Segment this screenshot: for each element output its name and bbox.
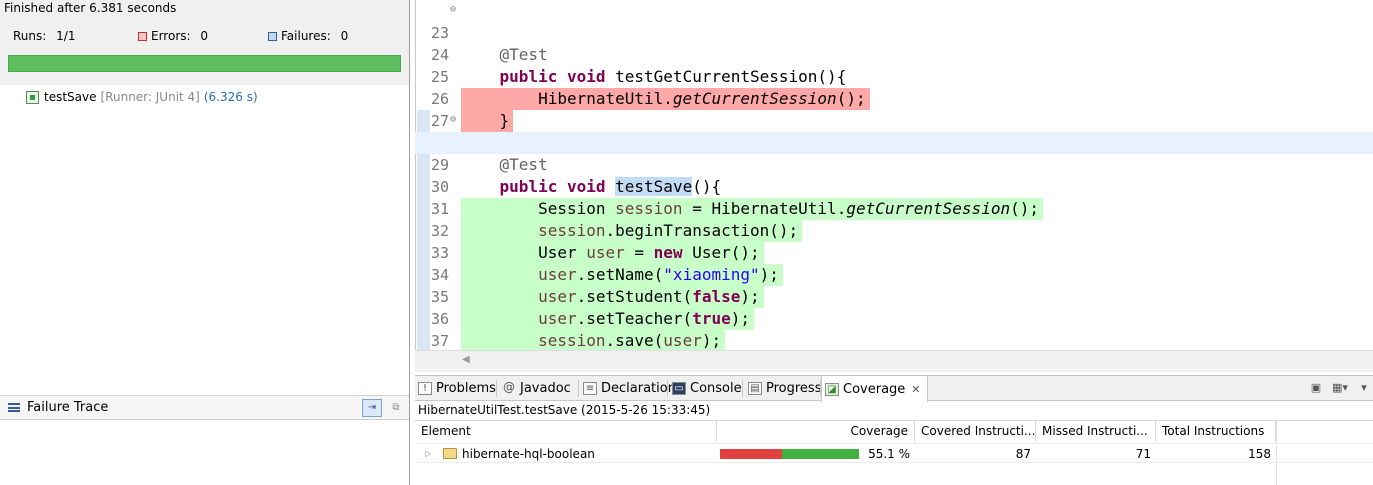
column-header-missed[interactable]: Missed Instructi... — [1036, 421, 1156, 442]
dump-session-icon[interactable]: ▣ — [1307, 380, 1325, 396]
compare-result-button[interactable]: ⧉ — [386, 399, 406, 417]
editor-horizontal-scrollbar[interactable]: ◀ — [415, 350, 1373, 372]
bottom-views-panel: ! Problems @ Javadoc ≡ Declaration ▭ Console… — [415, 375, 1373, 485]
code-line: 38 session.close(); — [415, 330, 1373, 350]
tab-problems[interactable]: ! Problems — [415, 376, 496, 401]
view-menu-icon[interactable]: ▾ — [1355, 380, 1373, 396]
failures-value: 0 — [340, 29, 349, 43]
code-line-current: 29 public void testSave(){ — [415, 132, 1373, 196]
runs-label: Runs: — [13, 29, 47, 43]
console-icon: ▭ — [672, 382, 686, 395]
code-editor[interactable]: 23 ⊖ @Test 24 public void testGetCurrentS… — [415, 0, 1373, 350]
coverage-bar-covered — [782, 449, 859, 459]
code-line: 27 — [415, 88, 1373, 130]
tab-console[interactable]: ▭ Console — [669, 376, 742, 401]
code-line: 32 User user = new User(); — [415, 198, 1373, 264]
row-total: 158 — [1248, 447, 1271, 461]
tab-label: Coverage — [843, 381, 906, 397]
tab-separator — [578, 380, 579, 397]
javadoc-icon: @ — [503, 380, 515, 394]
column-header-covered[interactable]: Covered Instructi... — [915, 421, 1036, 442]
code-line: 26 } — [415, 66, 1373, 132]
row-coverage: 55.1 % — [868, 447, 910, 461]
code-line: 30 Session session = HibernateUtil.getCu… — [415, 154, 1373, 220]
row-element: hibernate-hql-boolean — [462, 447, 595, 461]
code-line: 35 user.setTeacher(true); — [415, 264, 1373, 330]
test-progress-bar — [8, 55, 401, 72]
code-line: 34 user.setStudent(false); — [415, 242, 1373, 308]
scroll-left-icon[interactable]: ◀ — [462, 354, 470, 365]
tab-progress[interactable]: ▤ Progress — [745, 376, 821, 401]
progress-icon: ▤ — [748, 382, 762, 395]
test-runner: [Runner: JUnit 4] — [100, 90, 200, 104]
tab-coverage[interactable]: ◪ Coverage ✕ — [821, 376, 928, 402]
tab-separator — [667, 380, 668, 397]
table-row[interactable]: ▷ hibernate-hql-boolean 55.1 % 87 71 158 — [415, 443, 1373, 463]
code-line: 25 HibernateUtil.getCurrentSession(); — [415, 44, 1373, 110]
failure-trace-header: Failure Trace ⇥ ⧉ — [0, 395, 409, 420]
code-line: 36 session.save(user); — [415, 286, 1373, 350]
runs-counter: Runs: 1/1 — [13, 29, 75, 43]
test-pass-icon — [26, 90, 39, 104]
runs-value: 1/1 — [56, 29, 76, 43]
junit-status-panel: Finished after 6.381 seconds Runs: 1/1 E… — [0, 0, 409, 85]
coverage-icon: ◪ — [825, 382, 839, 396]
errors-value: 0 — [200, 29, 209, 43]
row-missed: 71 — [1135, 447, 1151, 461]
code-line: 33 user.setName("xiaoming"); — [415, 220, 1373, 286]
error-icon — [138, 32, 147, 41]
tab-label: Javadoc — [520, 381, 571, 396]
expand-icon[interactable]: ▷ — [425, 444, 431, 464]
test-time: (6.326 s) — [203, 90, 258, 104]
failure-icon — [268, 32, 277, 41]
column-header-element[interactable]: Element — [415, 421, 717, 442]
tab-javadoc[interactable]: @ Javadoc — [499, 376, 571, 401]
tab-label: Declaration — [601, 381, 676, 396]
tab-separator — [496, 380, 497, 397]
tab-label: Problems — [436, 381, 496, 396]
fold-icon[interactable]: ⊖ — [450, 5, 456, 15]
code-line: 31 session.beginTransaction(); — [415, 176, 1373, 242]
code-line: 28⊖ @Test — [415, 110, 1373, 175]
failures-label: Failures: — [281, 29, 331, 43]
filter-stack-button[interactable]: ⇥ — [362, 399, 382, 417]
code-line: 24 public void testGetCurrentSession(){ — [415, 22, 1373, 86]
junit-view: Finished after 6.381 seconds Runs: 1/1 E… — [0, 0, 410, 485]
test-tree-item[interactable]: testSave [Runner: JUnit 4] (6.326 s) — [26, 89, 258, 105]
list-icon — [8, 403, 20, 412]
tab-label: Progress — [766, 381, 822, 396]
view-tab-bar: ! Problems @ Javadoc ≡ Declaration ▭ Console… — [415, 376, 1373, 402]
errors-counter: Errors: 0 — [138, 29, 208, 43]
errors-label: Errors: — [151, 29, 191, 43]
row-covered: 87 — [1015, 447, 1031, 461]
column-header-total[interactable]: Total Instructions — [1156, 421, 1276, 442]
fold-icon[interactable]: ⊖ — [450, 115, 456, 125]
code-line: 37 session.getTransaction().commit(); — [415, 308, 1373, 350]
problems-icon: ! — [418, 382, 432, 395]
run-status-text: Finished after 6.381 seconds — [4, 1, 177, 15]
project-folder-icon — [443, 448, 457, 459]
failure-trace-title: Failure Trace — [27, 400, 109, 415]
tab-label: Console — [690, 381, 742, 396]
code-line: 23 ⊖ @Test — [415, 0, 1373, 65]
test-name: testSave — [44, 90, 97, 104]
close-icon[interactable]: ✕ — [911, 383, 920, 396]
coverage-session-icon[interactable]: ▦▾ — [1331, 380, 1349, 396]
column-header-coverage[interactable]: Coverage — [717, 421, 915, 442]
coverage-table: Element Coverage Covered Instructi... Mi… — [415, 420, 1373, 485]
declaration-icon: ≡ — [583, 382, 597, 395]
tab-declaration[interactable]: ≡ Declaration — [580, 376, 676, 401]
coverage-bar — [720, 449, 859, 459]
tab-separator — [742, 380, 743, 397]
coverage-session-label: HibernateUtilTest.testSave (2015-5-26 15… — [418, 403, 711, 417]
failures-counter: Failures: 0 — [268, 29, 348, 43]
